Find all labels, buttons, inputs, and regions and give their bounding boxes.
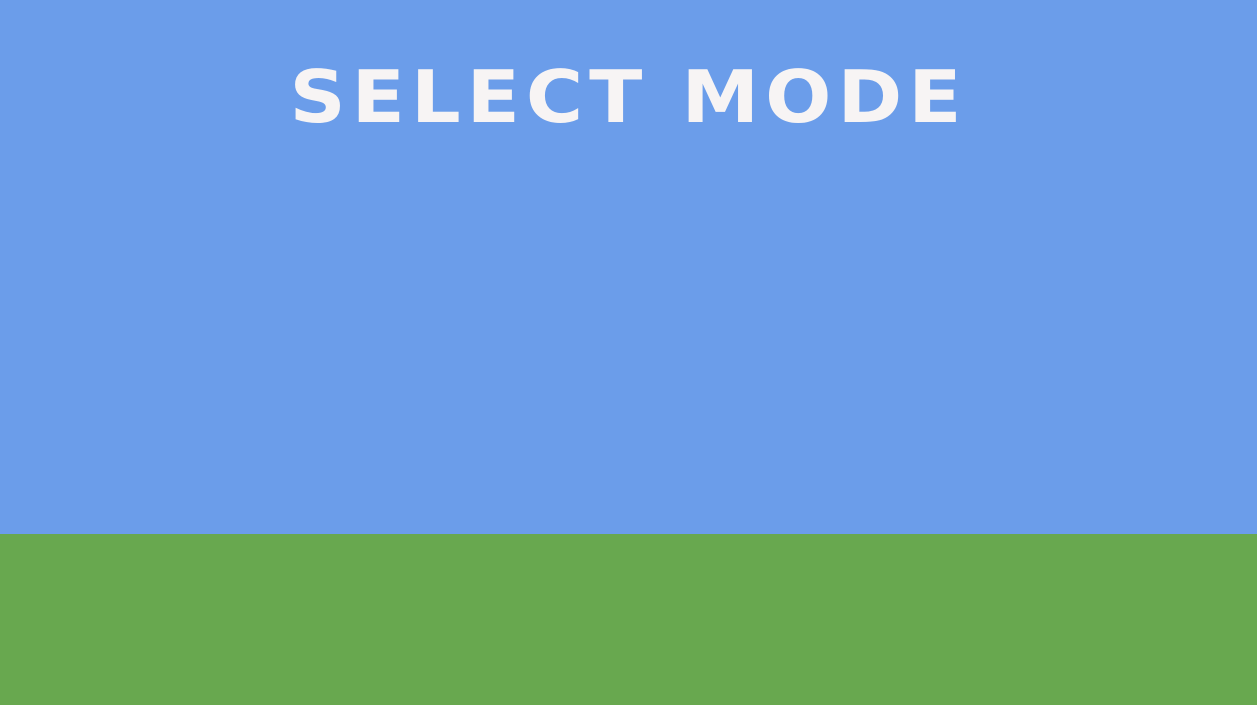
- game-screen: SELECT MODE: [0, 0, 1257, 705]
- select-mode-title: SELECT MODE: [289, 56, 968, 140]
- ground-strip: [0, 534, 1257, 705]
